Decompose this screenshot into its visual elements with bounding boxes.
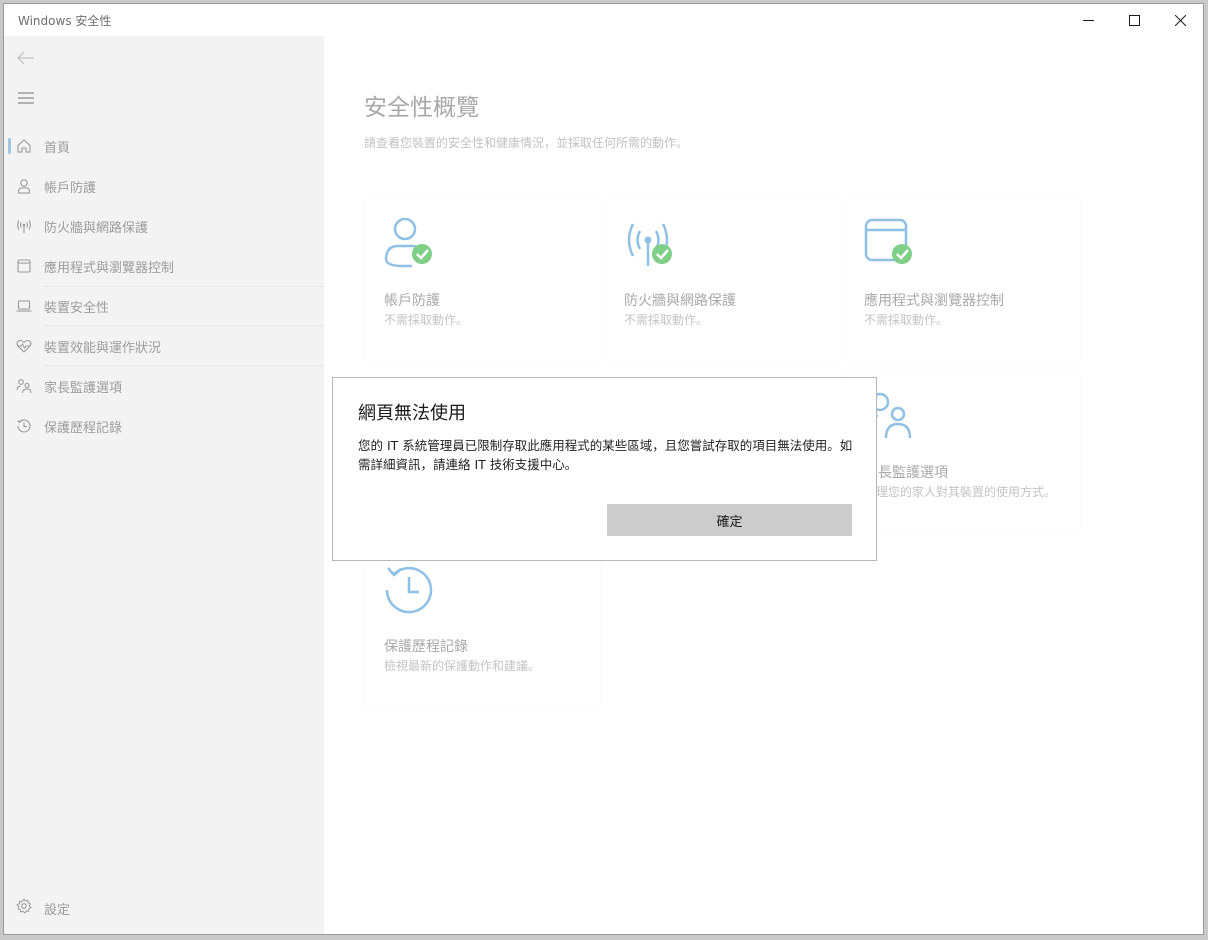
account-check-icon (384, 218, 432, 268)
sidebar-item-family[interactable]: 家長監護選項 (4, 366, 324, 406)
sidebar-item-account[interactable]: 帳戶防護 (4, 166, 324, 206)
title-bar[interactable]: Windows 安全性 (4, 4, 1203, 36)
settings-label: 設定 (44, 903, 71, 918)
close-button[interactable] (1157, 4, 1203, 36)
browser-window-icon (17, 259, 31, 273)
tile-status: 不需採取動作。 (864, 313, 949, 327)
dialog-message: 您的 IT 系統管理員已限制存取此應用程式的某些區域，且您嘗試存取的項目無法使用… (358, 438, 853, 472)
sidebar-item-label: 裝置安全性 (44, 301, 110, 316)
browser-check-icon (864, 218, 912, 264)
hamburger-menu-button[interactable] (14, 86, 38, 110)
sidebar-item-label: 防火牆與網路保護 (44, 221, 149, 236)
antenna-check-icon (627, 223, 672, 266)
sidebar-item-history[interactable]: 保護歷程記錄 (4, 406, 324, 446)
sidebar-item-device-performance[interactable]: 裝置效能與運作狀況 (4, 326, 324, 366)
tile-status: 不需採取動作。 (624, 313, 709, 327)
back-button[interactable] (14, 46, 38, 70)
sidebar-item-label: 家長監護選項 (44, 381, 123, 396)
minimize-button[interactable] (1065, 4, 1111, 36)
history-icon (17, 419, 31, 433)
sidebar-item-firewall[interactable]: 防火牆與網路保護 (4, 206, 324, 246)
page-unavailable-dialog: 網頁無法使用 您的 IT 系統管理員已限制存取此應用程式的某些區域，且您嘗試存取… (332, 377, 877, 561)
page-title: 安全性概覽 (364, 95, 479, 121)
sidebar-item-label: 裝置效能與運作狀況 (44, 341, 162, 356)
window-title: Windows 安全性 (18, 14, 112, 28)
sidebar-item-app-browser[interactable]: 應用程式與瀏覽器控制 (4, 246, 324, 286)
sidebar-divider (44, 286, 324, 287)
close-icon (1174, 14, 1186, 26)
dialog-title: 網頁無法使用 (358, 403, 466, 424)
laptop-icon (16, 300, 32, 312)
sidebar-item-label: 帳戶防護 (44, 181, 97, 196)
sidebar-item-label: 保護歷程記錄 (44, 421, 123, 436)
sidebar: 首頁 帳戶防護 防火牆與網路保護 應用程式與瀏覽器控制 裝置安全性 裝置效能與運… (4, 36, 324, 934)
ok-button[interactable]: 確定 (607, 504, 852, 536)
family-icon (16, 379, 32, 394)
tile-title: 帳戶防護 (384, 293, 440, 309)
tile-app-browser-control[interactable]: 應用程式與瀏覽器控制 不需採取動作。 (844, 200, 1080, 360)
person-icon (17, 179, 31, 194)
home-icon (17, 139, 31, 153)
tile-account-protection[interactable]: 帳戶防護 不需採取動作。 (364, 200, 600, 360)
tile-protection-history[interactable]: 保護歷程記錄 檢視最新的保護動作和建議。 (364, 546, 600, 706)
maximize-icon (1128, 14, 1140, 26)
sidebar-item-home[interactable]: 首頁 (4, 126, 324, 166)
maximize-button[interactable] (1111, 4, 1157, 36)
gear-icon (16, 898, 32, 914)
antenna-icon (17, 220, 31, 233)
tile-status: 檢視最新的保護動作和建議。 (384, 659, 541, 673)
sidebar-divider (44, 325, 324, 326)
tile-title: 保護歷程記錄 (384, 639, 468, 655)
sidebar-item-label: 應用程式與瀏覽器控制 (44, 261, 175, 276)
tile-status: 不需採取動作。 (384, 313, 469, 327)
sidebar-item-settings[interactable]: 設定 (4, 890, 324, 922)
tile-family-options[interactable]: 家長監護選項 管理您的家人對其裝置的使用方式。 (844, 372, 1080, 532)
history-icon (385, 566, 433, 614)
sidebar-item-label: 首頁 (44, 141, 71, 156)
tile-status: 管理您的家人對其裝置的使用方式。 (864, 485, 1057, 499)
tile-title: 應用程式與瀏覽器控制 (864, 293, 1004, 309)
back-arrow-icon (17, 51, 34, 65)
heart-pulse-icon (16, 339, 32, 353)
sidebar-item-device-security[interactable]: 裝置安全性 (4, 286, 324, 326)
page-subtitle: 請查看您裝置的安全性和健康情況，並採取任何所需的動作。 (364, 136, 689, 150)
tile-title: 防火牆與網路保護 (624, 293, 736, 309)
tile-firewall-network[interactable]: 防火牆與網路保護 不需採取動作。 (604, 200, 840, 360)
minimize-icon (1082, 19, 1094, 21)
hamburger-icon (18, 92, 34, 104)
sidebar-divider (44, 365, 324, 366)
